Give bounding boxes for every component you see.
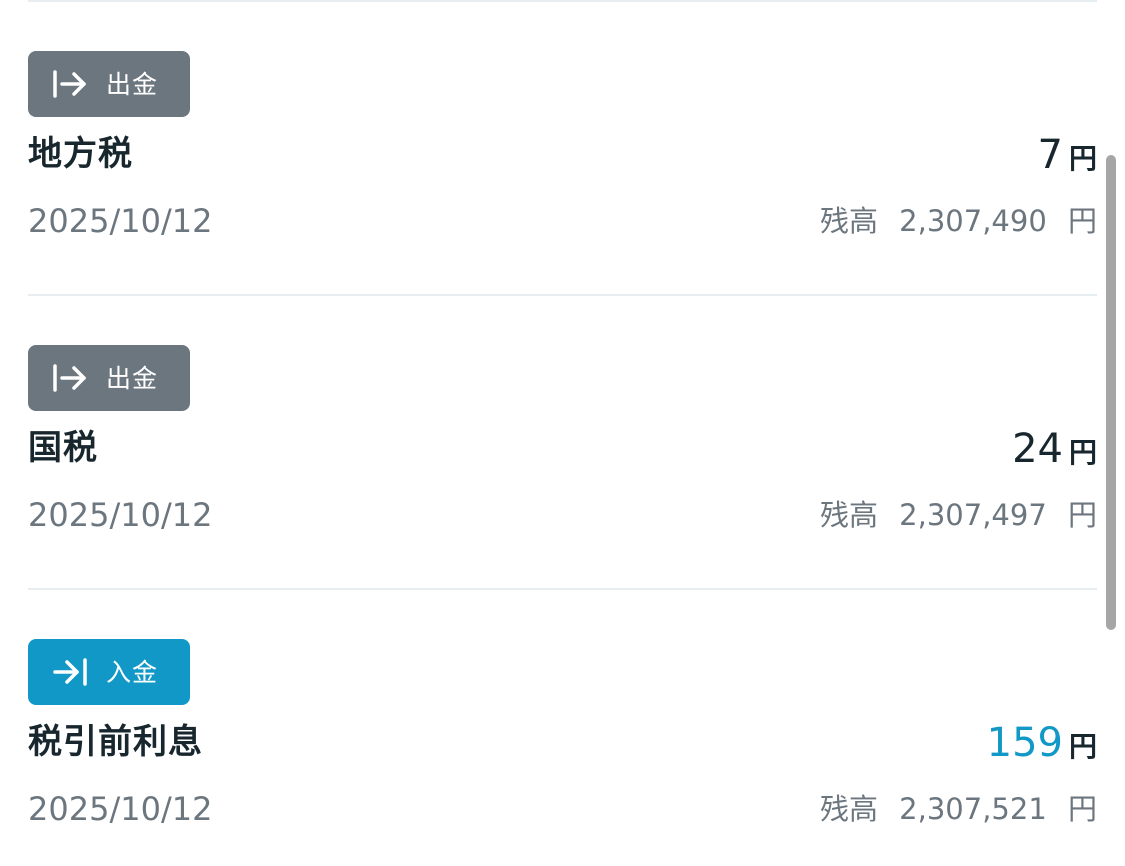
amount-currency: 円	[1068, 730, 1097, 763]
amount-currency: 円	[1068, 436, 1097, 469]
balance-currency: 円	[1067, 498, 1097, 532]
arrow-out-icon	[52, 69, 88, 99]
transaction-amount: 159 円	[987, 723, 1097, 763]
arrow-out-icon	[52, 363, 88, 393]
top-divider	[28, 0, 1097, 2]
vertical-scrollbar[interactable]	[1106, 155, 1116, 630]
badge-label: 出金	[106, 363, 159, 393]
balance-label: 残高	[819, 498, 878, 532]
transaction-item[interactable]: 入金 税引前利息 159 円 2025/10/12 残高 2,307,521 円	[28, 639, 1097, 866]
transaction-item[interactable]: 出金 国税 24 円 2025/10/12 残高 2,307,497 円	[28, 345, 1097, 595]
badge-label: 入金	[106, 657, 159, 687]
badge-label: 出金	[106, 69, 159, 99]
transaction-amount: 7 円	[1038, 135, 1097, 175]
row-divider	[28, 588, 1097, 590]
balance-text: 残高 2,307,497 円	[820, 501, 1097, 530]
amount-value: 24	[1012, 426, 1063, 472]
transaction-item[interactable]: 出金 地方税 7 円 2025/10/12 残高 2,307,490 円	[28, 51, 1097, 301]
transaction-date: 2025/10/12	[28, 790, 213, 828]
balance-value: 2,307,490	[899, 204, 1047, 238]
withdrawal-badge[interactable]: 出金	[28, 345, 190, 411]
balance-text: 残高 2,307,521 円	[820, 795, 1097, 824]
transaction-title: 国税	[28, 428, 98, 468]
deposit-badge[interactable]: 入金	[28, 639, 190, 705]
row-divider	[28, 294, 1097, 296]
transaction-date: 2025/10/12	[28, 496, 213, 534]
balance-value: 2,307,521	[899, 792, 1047, 826]
balance-value: 2,307,497	[899, 498, 1047, 532]
amount-value: 7	[1037, 132, 1063, 178]
transaction-history-screen[interactable]: 出金 地方税 7 円 2025/10/12 残高 2,307,490 円 出金	[0, 0, 1125, 866]
withdrawal-badge[interactable]: 出金	[28, 51, 190, 117]
transaction-date: 2025/10/12	[28, 202, 213, 240]
amount-currency: 円	[1068, 142, 1097, 175]
balance-label: 残高	[819, 204, 878, 238]
transaction-title: 地方税	[28, 134, 133, 174]
balance-text: 残高 2,307,490 円	[820, 207, 1097, 236]
balance-label: 残高	[819, 792, 878, 826]
transaction-title: 税引前利息	[28, 722, 203, 762]
balance-currency: 円	[1067, 792, 1097, 826]
transaction-amount: 24 円	[1012, 429, 1097, 469]
balance-currency: 円	[1067, 204, 1097, 238]
amount-value: 159	[986, 720, 1063, 766]
arrow-in-icon	[52, 657, 88, 687]
